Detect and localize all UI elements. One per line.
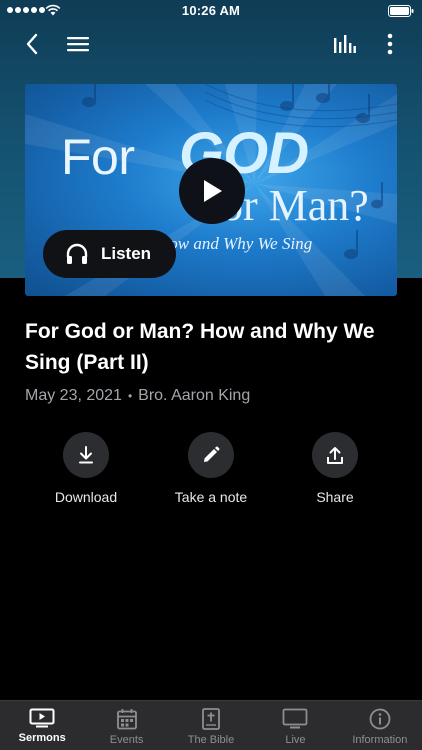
play-icon [204,180,222,202]
tab-events-label: Events [109,734,144,746]
share-circle [312,432,358,478]
download-icon [79,446,93,464]
tab-the-bible-label: The Bible [187,734,235,746]
calendar-icon [116,709,137,730]
play-screen-icon [29,708,55,728]
tab-live-label: Live [285,734,306,746]
share-icon [327,447,343,464]
artwork-title-for: For [61,129,135,185]
meta-separator: • [127,389,133,403]
download-button[interactable]: Download [26,432,146,505]
sermon-date: May 23, 2021 [25,387,122,404]
menu-button[interactable] [62,30,94,58]
status-time: 10:26 AM [181,3,241,18]
sermon-title: For God or Man? How and Why We Sing (Par… [25,320,375,374]
back-button[interactable] [16,30,48,58]
tab-information-label: Information [352,734,408,746]
chevron-left-icon [26,33,38,55]
share-label: Share [316,489,354,505]
headphones-icon [66,243,88,264]
tab-live[interactable]: Live [253,701,337,750]
take-note-circle [188,432,234,478]
listen-button[interactable]: Listen [43,230,176,278]
tab-sermons-label: Sermons [18,732,66,744]
tab-bar: Sermons Events The Bible Live Informatio… [0,700,422,750]
tab-the-bible[interactable]: The Bible [169,701,253,750]
tab-events[interactable]: Events [84,701,168,750]
status-bar: 10:26 AM [0,0,422,22]
download-circle [63,432,109,478]
share-button[interactable]: Share [275,432,395,505]
take-note-label: Take a note [174,489,248,505]
tab-information[interactable]: Information [338,701,422,750]
bible-icon [202,708,220,730]
pencil-icon [204,446,220,462]
download-label: Download [54,489,118,505]
listen-label: Listen [101,244,152,263]
more-options-button[interactable] [374,30,406,58]
audio-levels-button[interactable] [328,30,360,58]
sermon-meta: May 23, 2021 • Bro. Aaron King [25,387,250,405]
more-vertical-icon [387,33,393,55]
tab-sermons[interactable]: Sermons [0,701,84,750]
info-icon [369,708,391,730]
battery-icon [388,5,414,17]
sermon-detail-screen: 10:26 AM For GOD or Man? How and Why We … [0,0,422,750]
hamburger-icon [67,37,89,52]
artwork-subtitle: How and Why We Sing [157,234,313,253]
equalizer-icon [334,35,356,53]
take-note-button[interactable]: Take a note [151,432,271,505]
play-button[interactable] [179,158,245,224]
sermon-artwork: For GOD or Man? How and Why We Sing List… [25,84,397,296]
sermon-speaker[interactable]: Bro. Aaron King [138,387,250,405]
tv-icon [283,708,308,729]
